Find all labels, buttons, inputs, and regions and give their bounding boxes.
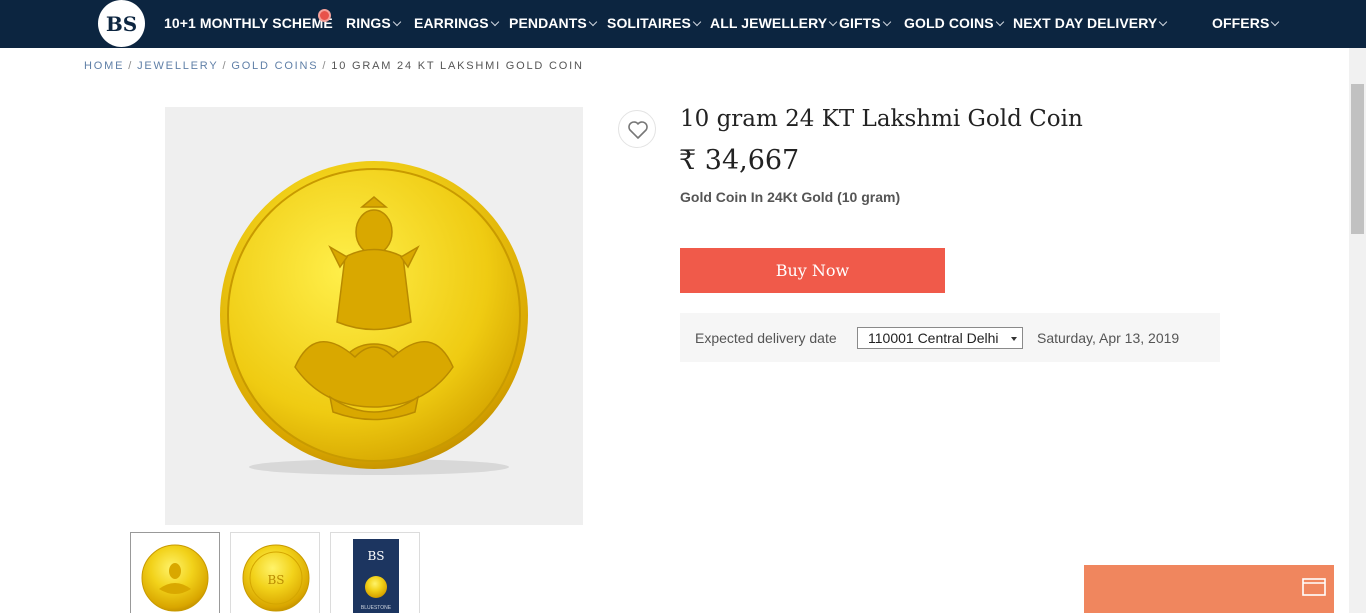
page-scrollbar[interactable] [1349, 48, 1366, 613]
breadcrumb-home[interactable]: HOME [84, 60, 124, 72]
chevron-down-icon [490, 17, 499, 27]
coin-packaging-thumbnail: BS BLUESTONE [353, 539, 399, 613]
coin-back-thumbnail: BS [242, 544, 310, 612]
nav-label: 10+1 MONTHLY SCHEME [164, 15, 333, 31]
thumbnail-coin-front[interactable] [130, 532, 220, 613]
pincode-select[interactable]: 110001 Central Delhi [857, 327, 1023, 349]
nav-all-jewellery[interactable]: ALL JEWELLERY [710, 15, 838, 33]
breadcrumb-gold-coins[interactable]: GOLD COINS [231, 60, 318, 72]
delivery-date: Saturday, Apr 13, 2019 [1037, 330, 1180, 346]
chat-window-icon [1302, 578, 1326, 596]
chevron-down-icon [692, 17, 702, 27]
nav-label: OFFERS [1212, 15, 1270, 31]
top-navigation-bar: BS 10+1 MONTHLY SCHEME RINGS EARRINGS PE… [0, 0, 1366, 48]
nav-gifts[interactable]: GIFTS [839, 15, 891, 33]
logo-monogram: BS [106, 12, 137, 36]
breadcrumb-separator: / [322, 60, 328, 72]
product-title: 10 gram 24 KT Lakshmi Gold Coin [680, 106, 1083, 132]
breadcrumb-separator: / [128, 60, 134, 72]
pincode-value: 110001 Central Delhi [868, 330, 999, 346]
nav-label: SOLITAIRES [607, 15, 691, 31]
delivery-label: Expected delivery date [695, 330, 837, 346]
chat-widget[interactable] [1084, 565, 1334, 613]
lakshmi-coin-front-thumbnail [141, 544, 209, 612]
chevron-down-icon [1271, 17, 1280, 27]
chevron-down-icon [1159, 17, 1168, 27]
nav-rings[interactable]: RINGS [346, 15, 402, 33]
package-brand-text: BLUESTONE [361, 605, 392, 611]
nav-label: RINGS [346, 15, 391, 31]
scrollbar-thumb[interactable] [1351, 84, 1364, 234]
package-logo-text: BS [367, 549, 384, 563]
chevron-down-icon [995, 17, 1004, 27]
buy-now-button[interactable]: Buy Now [680, 248, 945, 293]
notification-badge [318, 9, 331, 22]
wishlist-button[interactable] [618, 110, 656, 148]
product-price: ₹ 34,667 [679, 145, 800, 176]
nav-label: GOLD COINS [904, 15, 994, 31]
nav-offers[interactable]: OFFERS [1212, 15, 1280, 33]
nav-monthly-scheme[interactable]: 10+1 MONTHLY SCHEME [164, 15, 333, 33]
nav-label: EARRINGS [414, 15, 489, 31]
coin-logo-text: BS [267, 573, 284, 587]
nav-earrings[interactable]: EARRINGS [414, 15, 499, 33]
heart-icon [628, 121, 648, 139]
product-main-image[interactable] [165, 107, 583, 525]
chevron-down-icon [828, 17, 838, 27]
nav-label: GIFTS [839, 15, 881, 31]
breadcrumb-separator: / [222, 60, 228, 72]
breadcrumb-current: 10 GRAM 24 KT LAKSHMI GOLD COIN [331, 60, 584, 72]
thumbnail-coin-back[interactable]: BS [230, 532, 320, 613]
bluestone-logo[interactable]: BS [98, 0, 145, 47]
nav-label: NEXT DAY DELIVERY [1013, 15, 1158, 31]
nav-pendants[interactable]: PENDANTS [509, 15, 598, 33]
breadcrumb: HOME / JEWELLERY / GOLD COINS/10 GRAM 24 KT … [84, 60, 584, 72]
delivery-info-panel: Expected delivery date 110001 Central De… [680, 313, 1220, 362]
nav-next-day-delivery[interactable]: NEXT DAY DELIVERY [1013, 15, 1168, 33]
thumbnail-coin-packaging[interactable]: BS BLUESTONE [330, 532, 420, 613]
chevron-down-icon [392, 17, 402, 27]
caret-down-icon [1011, 337, 1017, 341]
nav-solitaires[interactable]: SOLITAIRES [607, 15, 702, 33]
chevron-down-icon [882, 17, 891, 27]
nav-label: ALL JEWELLERY [710, 15, 828, 31]
product-subtitle: Gold Coin In 24Kt Gold (10 gram) [680, 189, 901, 205]
chevron-down-icon [588, 17, 598, 27]
nav-label: PENDANTS [509, 15, 587, 31]
breadcrumb-jewellery[interactable]: JEWELLERY [137, 60, 218, 72]
lakshmi-gold-coin-image [220, 161, 528, 475]
nav-gold-coins[interactable]: GOLD COINS [904, 15, 1004, 33]
